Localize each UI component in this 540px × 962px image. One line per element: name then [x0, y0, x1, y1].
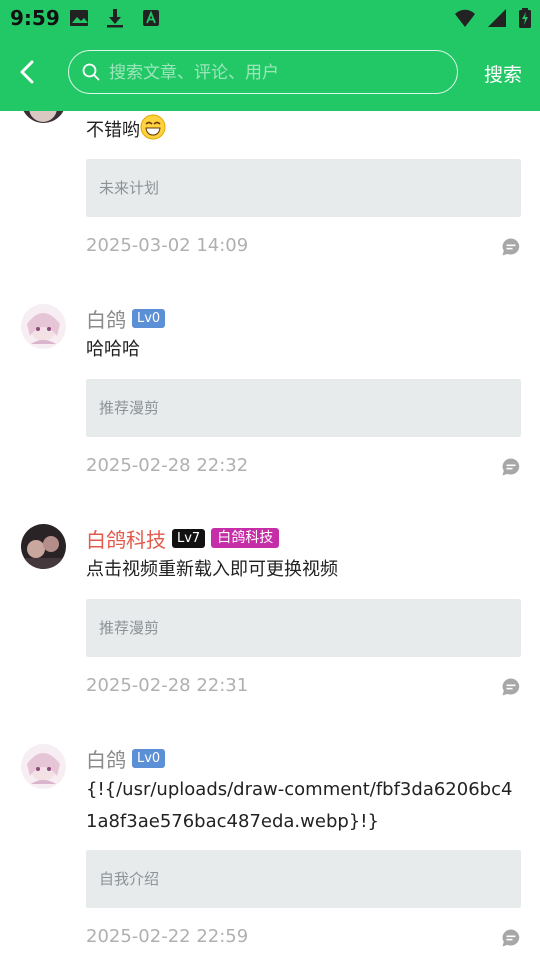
search-button[interactable]: 搜索 — [484, 60, 522, 87]
level-badge: Lv7 — [172, 528, 206, 548]
search-icon — [81, 62, 101, 82]
comment-date: 2025-02-28 22:32 — [86, 455, 249, 476]
reply-icon[interactable] — [501, 237, 521, 257]
avatar[interactable] — [21, 744, 66, 789]
app-header: 9:59 搜索文章、评论、用户 搜索 — [0, 0, 540, 111]
signal-icon — [486, 7, 508, 29]
grin-emoji-icon — [140, 114, 166, 140]
wifi-icon — [454, 7, 476, 29]
reply-icon[interactable] — [501, 457, 521, 477]
app-notification-icon — [140, 7, 162, 29]
search-input[interactable] — [107, 57, 441, 89]
status-bar: 9:59 — [0, 0, 540, 36]
comment-item[interactable]: 白鸽 Lv0 {!{/usr/uploads/draw-comment/fbf3… — [0, 742, 540, 962]
comment-date: 2025-02-28 22:31 — [86, 675, 249, 696]
referenced-article[interactable]: 推荐漫剪 — [86, 379, 521, 437]
user-name[interactable]: 白鸽科技 — [86, 524, 166, 553]
avatar[interactable] — [21, 304, 66, 349]
reply-icon[interactable] — [501, 928, 521, 948]
referenced-article-title: 未来计划 — [99, 179, 160, 197]
status-time: 9:59 — [10, 6, 60, 30]
referenced-article[interactable]: 推荐漫剪 — [86, 599, 521, 657]
battery-charging-icon — [518, 7, 532, 29]
comment-date: 2025-03-02 14:09 — [86, 235, 249, 256]
avatar[interactable] — [21, 524, 66, 569]
comment-text: 不错哟 — [86, 120, 140, 141]
image-notification-icon — [68, 7, 90, 29]
comment-date: 2025-02-22 22:59 — [86, 926, 249, 947]
user-name[interactable]: 白鸽 — [86, 744, 126, 773]
download-icon — [104, 7, 126, 29]
referenced-article-title: 推荐漫剪 — [99, 399, 160, 417]
comment-text: {!{/usr/uploads/draw-comment/fbf3da6206b… — [86, 779, 513, 832]
referenced-article-title: 自我介绍 — [99, 870, 160, 888]
title-badge: 白鸽科技 — [211, 528, 280, 548]
user-name[interactable]: 白鸽 — [86, 304, 126, 333]
referenced-article[interactable]: 自我介绍 — [86, 850, 521, 908]
level-badge: Lv0 — [132, 748, 166, 768]
back-arrow-icon[interactable] — [12, 56, 44, 88]
comment-text: 点击视频重新载入即可更换视频 — [86, 559, 338, 580]
comment-item[interactable]: 白鸽 Lv0 哈哈哈 推荐漫剪 2025-02-28 22:32 — [0, 302, 540, 502]
reply-icon[interactable] — [501, 677, 521, 697]
search-box[interactable] — [68, 50, 458, 94]
referenced-article-title: 推荐漫剪 — [99, 619, 160, 637]
comment-text: 哈哈哈 — [86, 339, 140, 360]
comment-item[interactable]: 白鸽科技 Lv7 白鸽科技 点击视频重新载入即可更换视频 推荐漫剪 2025-0… — [0, 522, 540, 722]
referenced-article[interactable]: 未来计划 — [86, 159, 521, 217]
level-badge: Lv0 — [132, 308, 166, 328]
search-bar: 搜索 — [0, 48, 540, 100]
